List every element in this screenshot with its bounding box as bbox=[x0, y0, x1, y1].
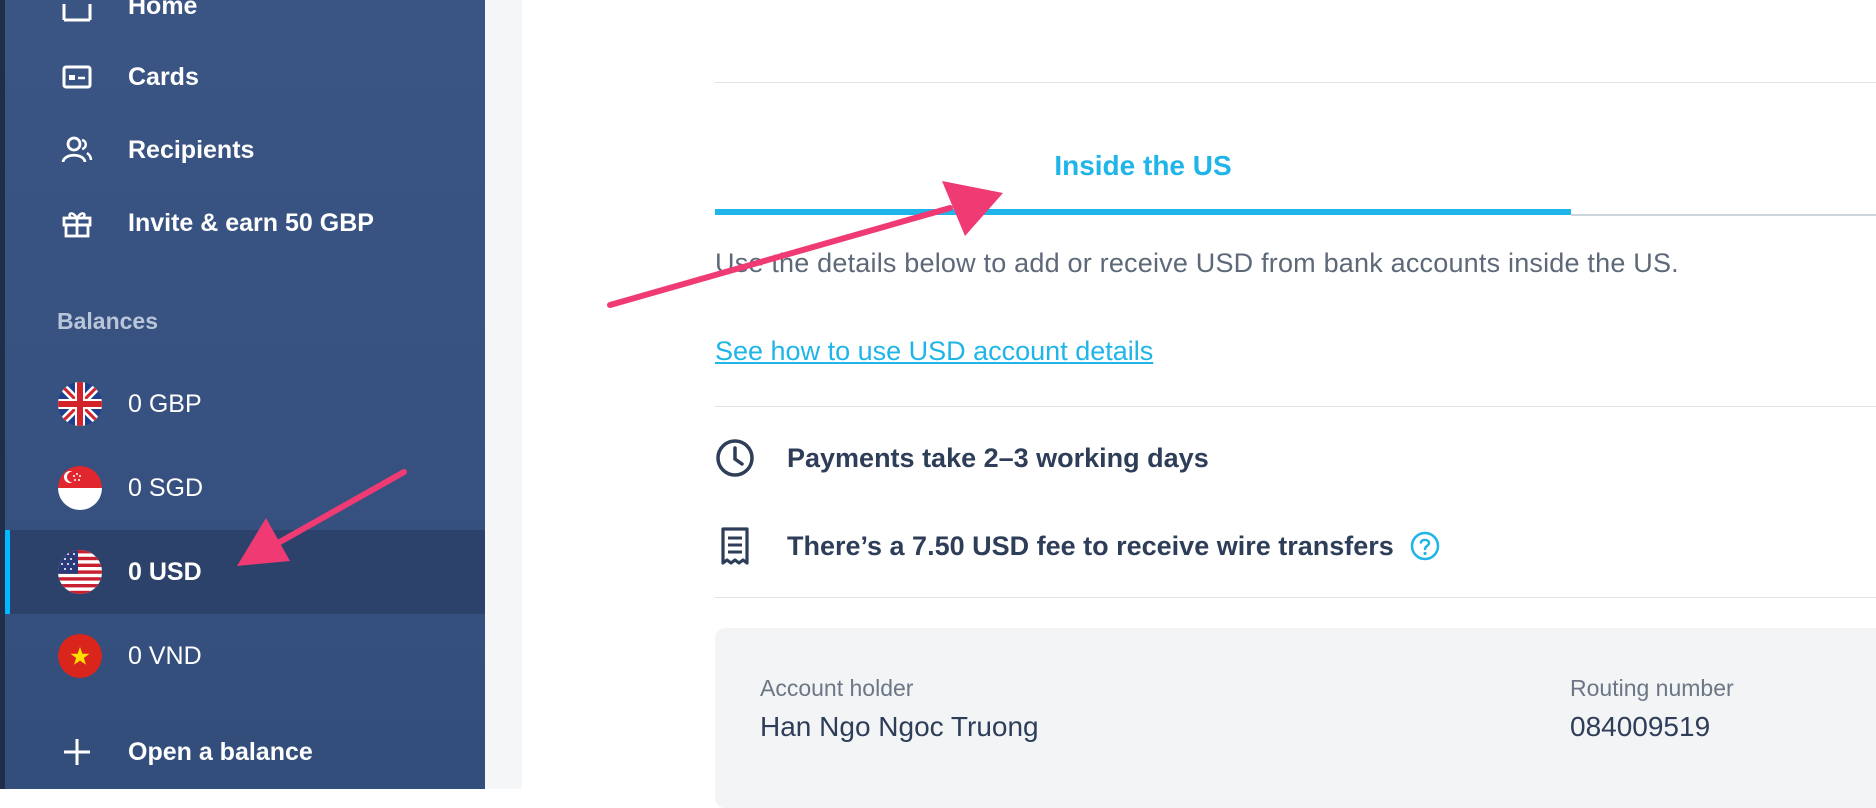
nav-item-recipients[interactable]: Recipients bbox=[5, 120, 485, 180]
info-row-payment-time: Payments take 2–3 working days bbox=[715, 435, 1209, 481]
tab-track bbox=[1571, 214, 1876, 216]
routing-number-value: 084009519 bbox=[1570, 711, 1711, 742]
nav-item-home[interactable]: Home bbox=[5, 0, 485, 36]
wire-fee-text: There’s a 7.50 USD fee to receive wire t… bbox=[787, 530, 1394, 561]
open-balance-button[interactable]: Open a balance bbox=[5, 722, 485, 782]
nav-item-cards[interactable]: Cards bbox=[5, 47, 485, 107]
balance-item-gbp[interactable]: 0 GBP bbox=[5, 362, 485, 446]
tab-active-indicator bbox=[715, 209, 1571, 215]
balance-label: 0 VND bbox=[128, 642, 202, 670]
vietnam-flag-icon bbox=[58, 634, 102, 678]
account-holder-value: Han Ngo Ngoc Truong bbox=[760, 711, 1039, 742]
recipients-icon bbox=[61, 136, 93, 163]
tab-inside-the-us[interactable]: Inside the US bbox=[715, 150, 1571, 182]
receipt-icon bbox=[721, 527, 749, 565]
open-balance-label: Open a balance bbox=[128, 737, 313, 766]
content-gutter bbox=[485, 0, 522, 789]
info-row-wire-fee: There’s a 7.50 USD fee to receive wire t… bbox=[715, 523, 1440, 569]
balance-item-usd[interactable]: 0 USD bbox=[5, 530, 485, 614]
balance-label: 0 SGD bbox=[128, 474, 204, 502]
clock-icon bbox=[716, 439, 754, 477]
gift-icon bbox=[62, 212, 92, 238]
nav-item-label: Cards bbox=[128, 62, 199, 91]
balances-heading: Balances bbox=[57, 308, 159, 334]
balance-item-vnd[interactable]: 0 VND bbox=[5, 614, 485, 698]
nav-item-label: Home bbox=[128, 0, 198, 20]
nav-item-label: Recipients bbox=[128, 135, 255, 164]
balance-label: 0 USD bbox=[128, 558, 202, 586]
uk-flag-icon bbox=[58, 382, 102, 426]
main-content: Inside the US Use the details below to a… bbox=[522, 0, 1876, 808]
divider bbox=[715, 597, 1876, 598]
nav-item-invite[interactable]: Invite & earn 50 GBP bbox=[5, 193, 485, 253]
plus-icon bbox=[64, 739, 90, 765]
balance-label: 0 GBP bbox=[128, 390, 202, 418]
balance-item-sgd[interactable]: 0 SGD bbox=[5, 446, 485, 530]
divider bbox=[715, 406, 1876, 407]
singapore-flag-icon bbox=[58, 466, 102, 510]
account-details-description: Use the details below to add or receive … bbox=[715, 248, 1679, 278]
usd-account-details-help-link[interactable]: See how to use USD account details bbox=[715, 336, 1153, 367]
nav-item-label: Invite & earn 50 GBP bbox=[128, 208, 374, 237]
account-holder-label: Account holder bbox=[760, 675, 914, 701]
sidebar: Home Cards Recipients Invite & earn 50 G… bbox=[0, 0, 485, 789]
account-details-card: Account holder Han Ngo Ngoc Truong Routi… bbox=[715, 628, 1876, 808]
divider bbox=[715, 82, 1876, 83]
payment-time-text: Payments take 2–3 working days bbox=[787, 442, 1209, 473]
card-icon bbox=[62, 65, 92, 89]
us-flag-icon bbox=[58, 550, 102, 594]
help-icon[interactable] bbox=[1410, 531, 1440, 561]
home-icon bbox=[62, 4, 92, 22]
routing-number-label: Routing number bbox=[1570, 675, 1734, 701]
